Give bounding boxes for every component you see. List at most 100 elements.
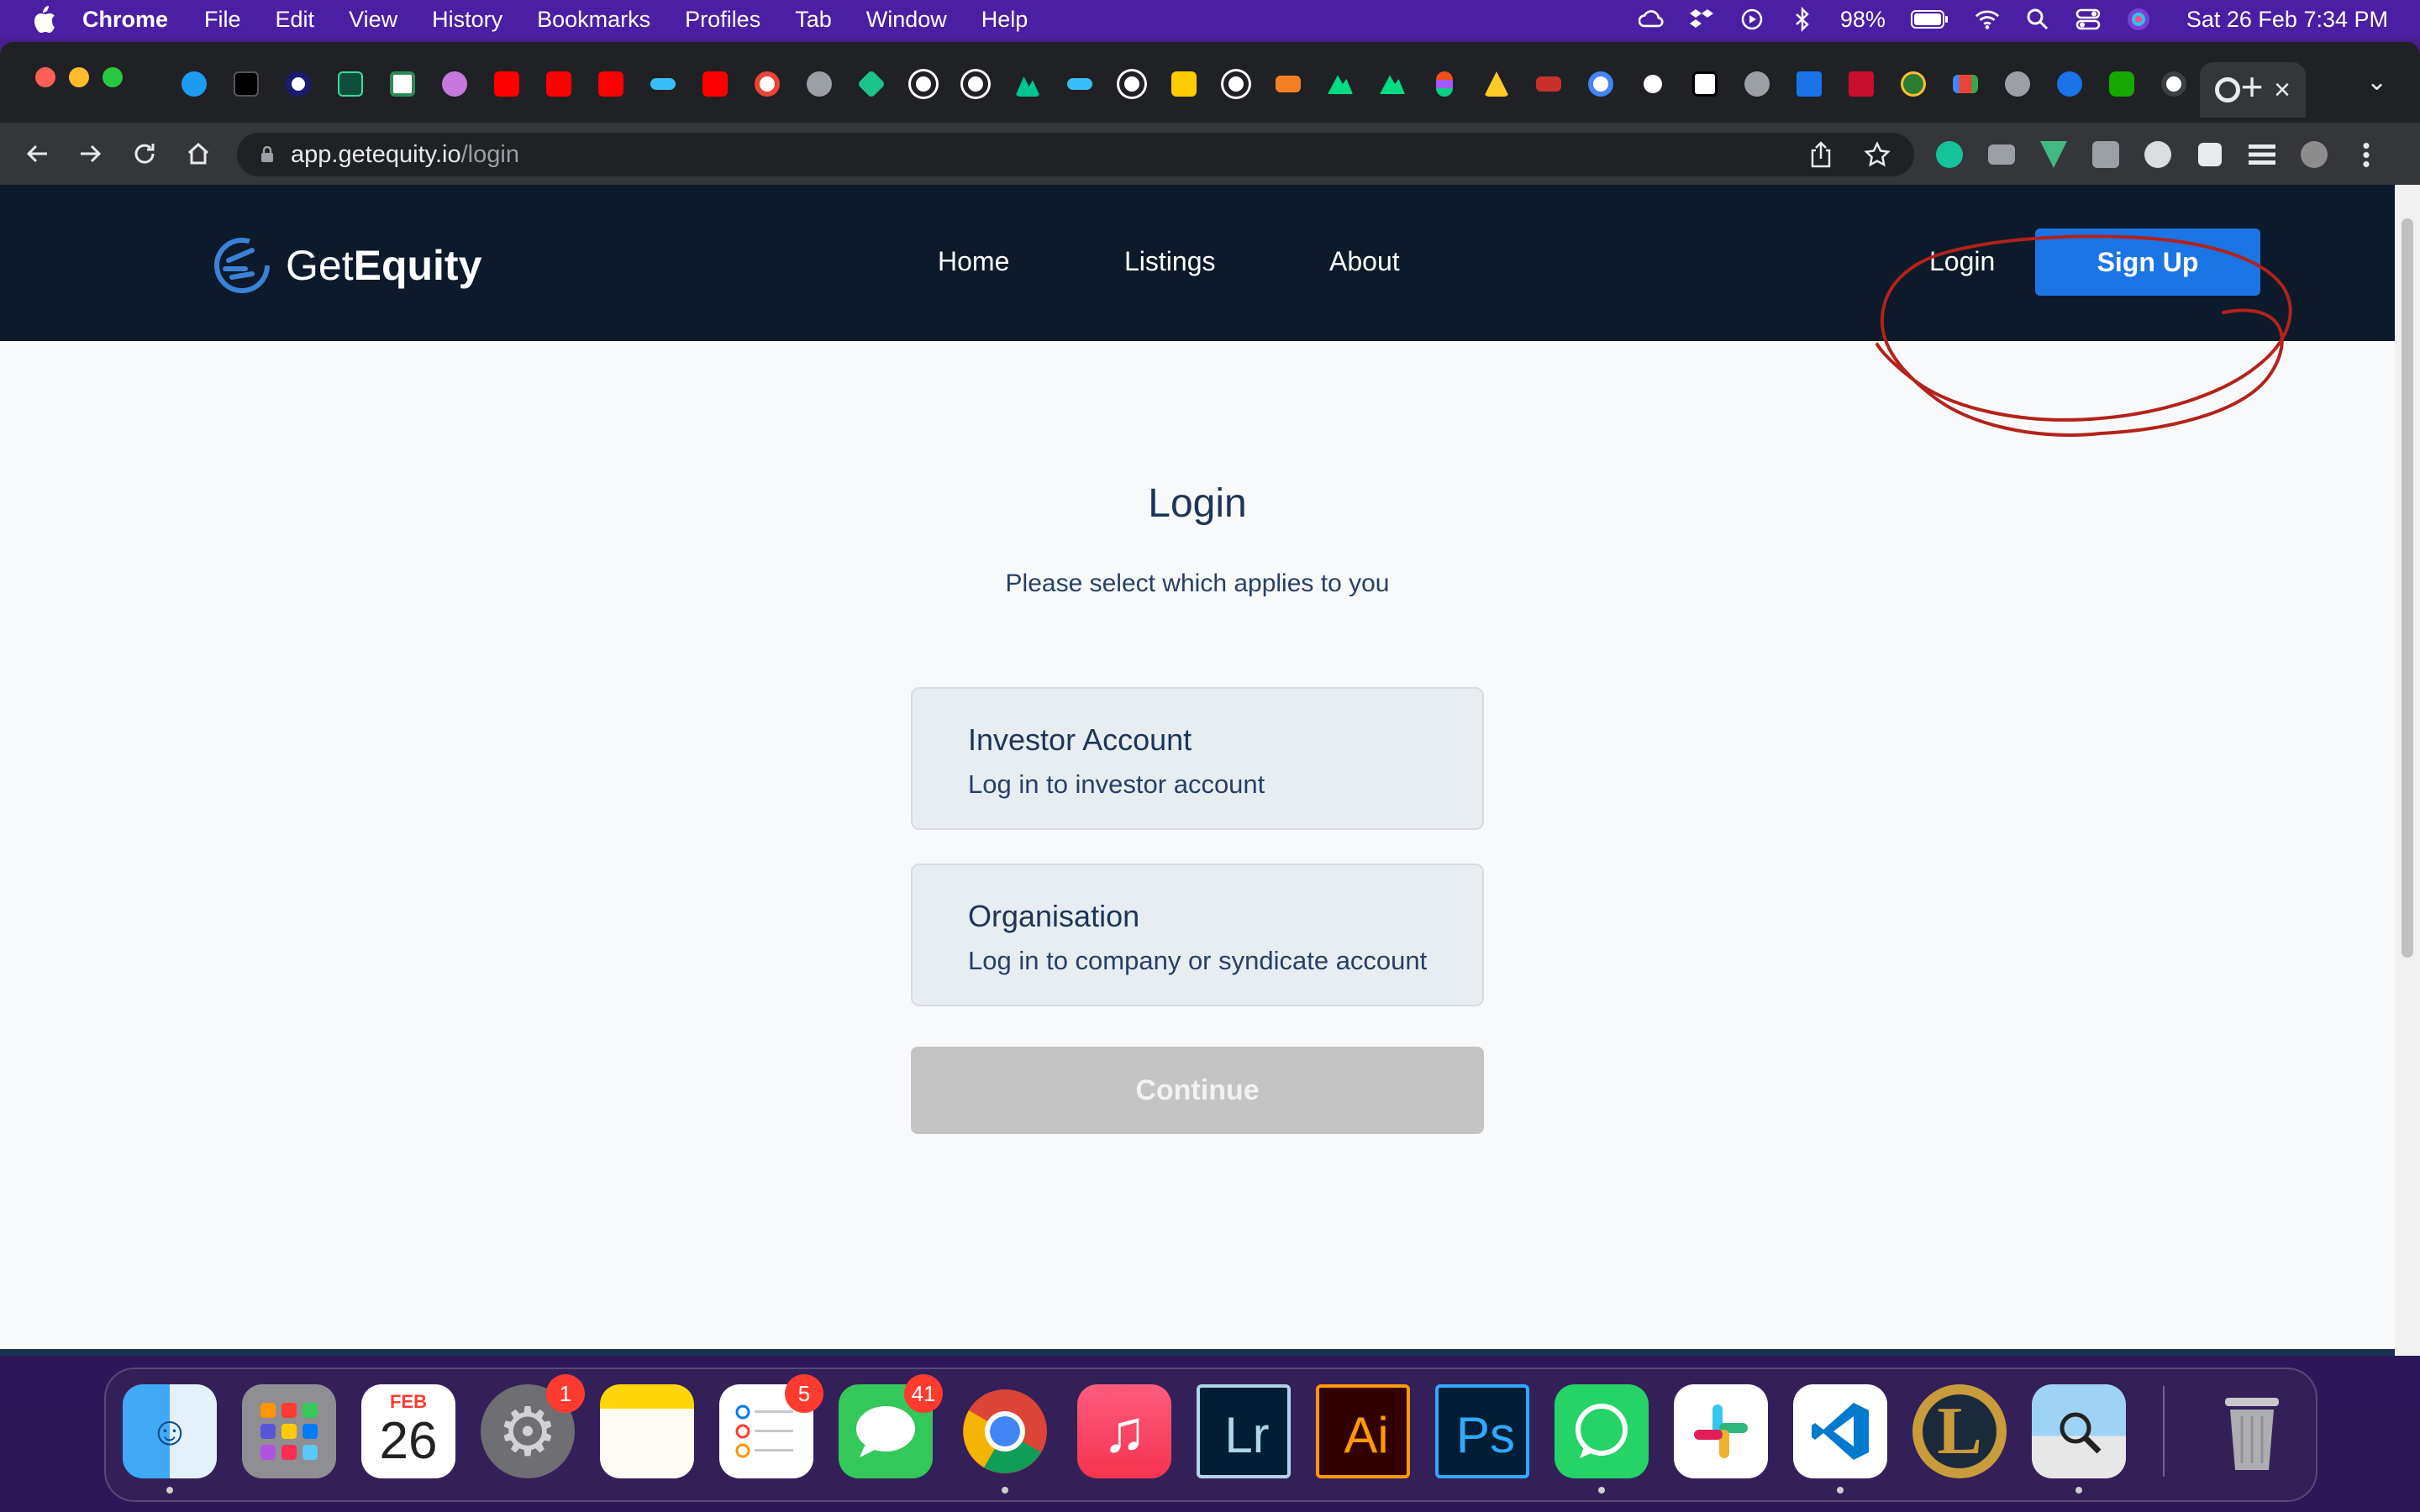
tab-github-1[interactable] [897, 62, 950, 106]
dock-lightroom[interactable]: Lr [1197, 1384, 1291, 1478]
control-center-icon[interactable] [2075, 7, 2101, 32]
clock[interactable]: Sat 26 Feb 7:34 PM [2186, 7, 2388, 33]
dock-preview[interactable] [2032, 1384, 2126, 1478]
tab-gmail[interactable] [1939, 62, 1991, 106]
tab-youtube-4[interactable] [689, 62, 741, 106]
profile-extension-icon[interactable] [2141, 138, 2175, 171]
tab-figma[interactable] [1418, 62, 1470, 106]
scrollbar-thumb[interactable] [2402, 218, 2413, 958]
window-zoom-button[interactable] [103, 67, 123, 87]
tab-github-2[interactable] [950, 62, 1002, 106]
bluetooth-icon[interactable] [1790, 7, 1815, 32]
dock-reminders[interactable]: 5 [719, 1374, 823, 1478]
menu-bookmarks[interactable]: Bookmarks [537, 7, 650, 33]
dock-vscode[interactable] [1793, 1384, 1887, 1478]
tab-firebase[interactable] [1470, 62, 1523, 106]
camera-extension-icon[interactable] [1985, 138, 2018, 171]
menu-tab[interactable]: Tab [795, 7, 832, 33]
dock-system-preferences[interactable]: ⚙ 1 [481, 1374, 585, 1478]
tab-circle-site[interactable] [272, 62, 324, 106]
tab-blue-site[interactable] [1783, 62, 1835, 106]
tab-youtube-2[interactable] [533, 62, 585, 106]
tab-red-site[interactable] [1835, 62, 1887, 106]
menu-edit[interactable]: Edit [276, 7, 315, 33]
page-scrollbar[interactable] [2395, 185, 2420, 1356]
continue-button[interactable]: Continue [911, 1047, 1484, 1134]
menu-file[interactable]: File [204, 7, 241, 33]
back-button[interactable] [10, 127, 64, 181]
window-close-button[interactable] [35, 67, 55, 87]
tab-mountain-site[interactable] [1002, 62, 1054, 106]
tab-upwork[interactable] [2096, 62, 2148, 106]
extensions-puzzle-icon[interactable] [2193, 138, 2227, 171]
reading-list-icon[interactable] [2245, 138, 2279, 171]
tab-google-1[interactable] [741, 62, 793, 106]
battery-icon[interactable] [1910, 7, 1949, 32]
tab-globe-1[interactable] [793, 62, 845, 106]
investor-account-option[interactable]: Investor Account Log in to investor acco… [911, 687, 1484, 830]
apple-logo-icon[interactable] [32, 5, 57, 34]
wifi-icon[interactable] [1975, 7, 2000, 32]
tab-green-activity[interactable] [324, 62, 376, 106]
address-bar[interactable]: app.getequity.io/login [237, 133, 1914, 176]
dock-chrome[interactable] [958, 1384, 1052, 1478]
tab-globe-2[interactable] [1731, 62, 1783, 106]
menu-help[interactable]: Help [981, 7, 1028, 33]
media-play-icon[interactable] [1739, 7, 1765, 32]
tab-youtube-1[interactable] [481, 62, 533, 106]
tab-tailwind-1[interactable] [637, 62, 689, 106]
tab-twitter[interactable] [168, 62, 220, 106]
tab-check-site[interactable] [376, 62, 429, 106]
tab-badge-site[interactable] [1887, 62, 1939, 106]
close-tab-icon[interactable]: × [2274, 76, 2291, 104]
tab-ship-site[interactable] [1523, 62, 1575, 106]
nav-link-about[interactable]: About [1329, 246, 1400, 277]
reload-button[interactable] [118, 127, 171, 181]
dock-trash[interactable] [2205, 1384, 2299, 1478]
menu-window[interactable]: Window [866, 7, 947, 33]
tab-medium[interactable] [1627, 62, 1679, 106]
dock-notes[interactable] [600, 1384, 694, 1478]
r-extension-icon[interactable] [2089, 138, 2123, 171]
organisation-account-option[interactable]: Organisation Log in to company or syndic… [911, 864, 1484, 1006]
tab-nuxt-2[interactable] [1366, 62, 1418, 106]
dock-messages[interactable]: 41 [839, 1374, 943, 1478]
getequity-logo[interactable]: Get Equity [212, 235, 481, 296]
spotlight-search-icon[interactable] [2025, 7, 2050, 32]
menu-view[interactable]: View [349, 7, 397, 33]
dropbox-icon[interactable] [1689, 7, 1714, 32]
lock-icon[interactable] [260, 146, 274, 163]
tab-search-chevron-icon[interactable]: ⌄ [2366, 67, 2387, 97]
forward-button[interactable] [64, 127, 118, 181]
nav-link-listings[interactable]: Listings [1124, 246, 1216, 277]
tab-chrome-settings[interactable] [2148, 62, 2200, 106]
tab-youtube-3[interactable] [585, 62, 637, 106]
dock-slack[interactable] [1674, 1384, 1768, 1478]
window-minimize-button[interactable] [69, 67, 89, 87]
tab-black-site[interactable] [220, 62, 272, 106]
siri-icon[interactable] [2126, 7, 2151, 32]
dock-illustrator[interactable]: Ai [1316, 1384, 1410, 1478]
tab-tailwind-2[interactable] [1054, 62, 1106, 106]
tab-github-4[interactable] [1210, 62, 1262, 106]
tab-unicorn[interactable] [429, 62, 481, 106]
dock-whatsapp[interactable] [1555, 1384, 1649, 1478]
tab-stackoverflow[interactable] [1262, 62, 1314, 106]
tab-diamond-site[interactable] [845, 62, 897, 106]
home-button[interactable] [171, 127, 225, 181]
nav-link-home[interactable]: Home [938, 246, 1009, 277]
chrome-menu-icon[interactable] [2349, 138, 2383, 171]
tab-nuxt-1[interactable] [1314, 62, 1366, 106]
new-tab-button[interactable]: + [2232, 64, 2272, 109]
share-icon[interactable] [1808, 141, 1833, 168]
bookmark-star-icon[interactable] [1864, 141, 1891, 168]
creative-cloud-icon[interactable] [1638, 7, 1664, 32]
menu-app-chrome[interactable]: Chrome [82, 7, 168, 33]
tab-google-2[interactable] [1575, 62, 1627, 106]
user-avatar-icon[interactable] [2297, 138, 2331, 171]
menu-history[interactable]: History [432, 7, 502, 33]
tab-github-3[interactable] [1106, 62, 1158, 106]
tab-globe-3[interactable] [1991, 62, 2044, 106]
tab-c-site[interactable] [2044, 62, 2096, 106]
dock-calendar[interactable]: FEB 26 [361, 1384, 455, 1478]
